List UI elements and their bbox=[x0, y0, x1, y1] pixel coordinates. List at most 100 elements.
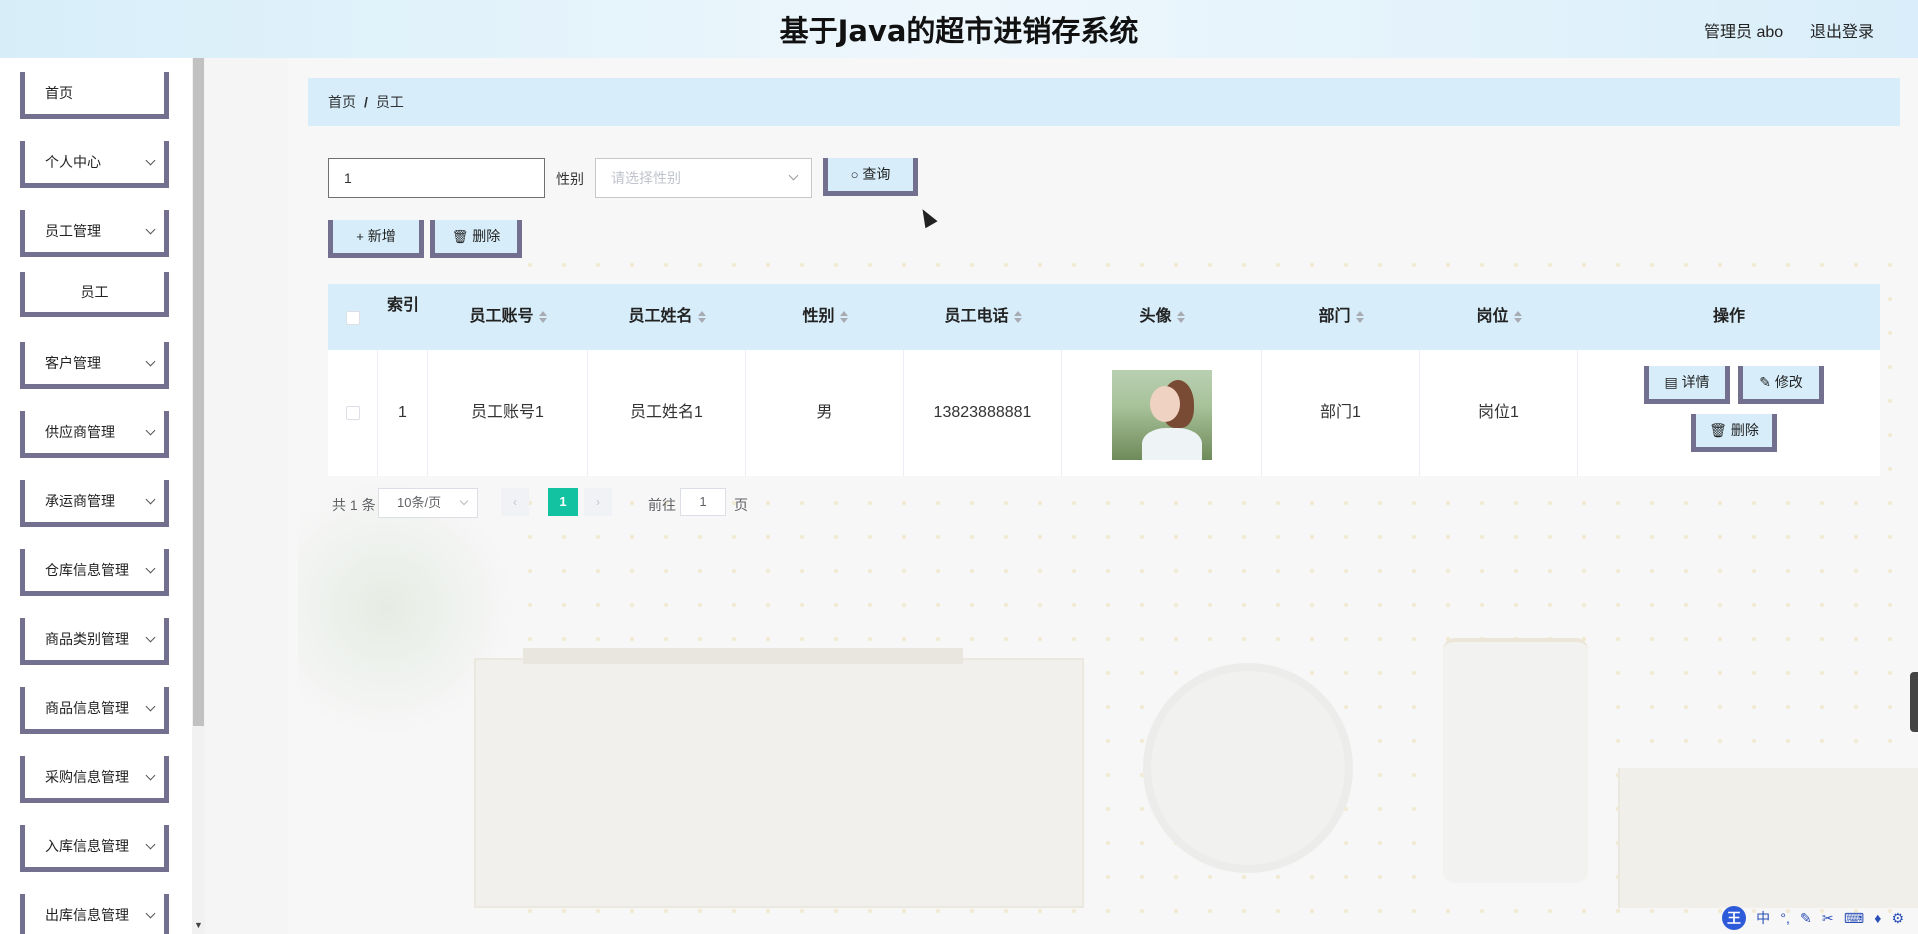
chevron-down-icon bbox=[145, 701, 156, 712]
sidebar-item-label: 出库信息管理 bbox=[45, 907, 129, 923]
column-header-position[interactable]: 岗位 bbox=[1420, 284, 1578, 350]
goto-label: 前往 bbox=[648, 497, 676, 513]
sidebar-item-category-mgmt[interactable]: 商品类别管理 bbox=[20, 618, 169, 665]
trash-icon: 🗑 bbox=[451, 229, 469, 244]
detail-button[interactable]: ▤ 详情 bbox=[1644, 366, 1730, 404]
breadcrumb-home[interactable]: 首页 bbox=[328, 94, 356, 110]
column-header-phone[interactable]: 员工电话 bbox=[904, 284, 1062, 350]
gender-select[interactable]: 请选择性别 bbox=[595, 158, 812, 198]
sort-icon[interactable] bbox=[538, 310, 547, 324]
sidebar-item-stock-out-mgmt[interactable]: 出库信息管理 bbox=[20, 894, 169, 934]
sort-icon[interactable] bbox=[1513, 310, 1522, 324]
sidebar-item-customer-mgmt[interactable]: 客户管理 bbox=[20, 342, 169, 389]
cell-department: 部门1 bbox=[1262, 350, 1420, 476]
skin-icon[interactable]: ♦ bbox=[1874, 910, 1881, 926]
pen-icon[interactable]: ✎ bbox=[1800, 910, 1812, 927]
delete-button[interactable]: 🗑 删除 bbox=[1691, 414, 1777, 452]
sidebar-scrollbar-thumb[interactable] bbox=[193, 58, 204, 726]
background-block bbox=[1618, 768, 1918, 908]
ime-logo-icon[interactable]: 王 bbox=[1722, 906, 1746, 930]
breadcrumb: 首页 / 员工 bbox=[308, 78, 1900, 126]
ime-toolbar: 王 中 °, ✎ ✂ ⌨ ♦ ⚙ bbox=[1722, 906, 1904, 932]
cell-actions: ▤ 详情 ✎ 修改 🗑 删除 bbox=[1578, 350, 1880, 476]
sidebar-item-supplier-mgmt[interactable]: 供应商管理 bbox=[20, 411, 169, 458]
table-row: 1 员工账号1 员工姓名1 男 13823888881 部门1 岗位1 ▤ 详情… bbox=[328, 350, 1880, 476]
sidebar-item-label: 个人中心 bbox=[45, 154, 101, 170]
logout-link[interactable]: 退出登录 bbox=[1810, 18, 1874, 42]
sidebar-item-home[interactable]: 首页 bbox=[20, 72, 169, 119]
chevron-down-icon bbox=[145, 563, 156, 574]
goto-page-input[interactable]: 1 bbox=[680, 488, 726, 516]
prev-page-button[interactable]: ‹ bbox=[501, 488, 529, 516]
background-cylinder bbox=[1443, 638, 1588, 883]
edit-icon: ✎ bbox=[1759, 374, 1775, 390]
column-header-department[interactable]: 部门 bbox=[1262, 284, 1420, 350]
chevron-down-icon bbox=[145, 632, 156, 643]
sidebar-item-employee-mgmt[interactable]: 员工管理 bbox=[20, 210, 169, 257]
column-header-avatar[interactable]: 头像 bbox=[1062, 284, 1262, 350]
chevron-down-icon bbox=[145, 770, 156, 781]
sidebar-item-label: 采购信息管理 bbox=[45, 769, 129, 785]
sidebar-item-profile[interactable]: 个人中心 bbox=[20, 141, 169, 188]
row-checkbox[interactable] bbox=[346, 406, 360, 420]
sidebar-item-label: 供应商管理 bbox=[45, 424, 115, 440]
select-all-checkbox[interactable] bbox=[346, 311, 360, 325]
chevron-down-icon bbox=[145, 839, 156, 850]
sidebar: 首页 个人中心 员工管理 员工 客户管理 供应商管理 承运商管理 仓库信息管理 … bbox=[0, 58, 205, 934]
ime-mode-toggle[interactable]: 中 bbox=[1756, 908, 1770, 928]
chevron-down-icon bbox=[459, 496, 469, 506]
avatar-body bbox=[1142, 428, 1202, 460]
table-header: 索引 员工账号 员工姓名 性别 员工电话 头像 部门 岗位 操作 bbox=[328, 284, 1880, 350]
column-header-name[interactable]: 员工姓名 bbox=[588, 284, 746, 350]
column-header-actions: 操作 bbox=[1712, 308, 1745, 325]
keyboard-icon[interactable]: ⌨ bbox=[1844, 910, 1864, 927]
sidebar-item-carrier-mgmt[interactable]: 承运商管理 bbox=[20, 480, 169, 527]
scroll-down-arrow-icon[interactable]: ▼ bbox=[192, 918, 205, 932]
background-box-lid bbox=[523, 648, 963, 664]
sidebar-item-label: 商品信息管理 bbox=[45, 700, 129, 716]
sidebar-subitem-employee[interactable]: 员工 bbox=[20, 272, 169, 317]
sort-icon[interactable] bbox=[1355, 310, 1364, 324]
edit-button[interactable]: ✎ 修改 bbox=[1738, 366, 1824, 404]
cell-phone: 13823888881 bbox=[904, 350, 1062, 476]
current-user: 管理员 abo bbox=[1704, 24, 1784, 41]
cell-name: 员工姓名1 bbox=[588, 350, 746, 476]
chevron-down-icon bbox=[145, 425, 156, 436]
add-button[interactable]: + 新增 bbox=[328, 220, 424, 258]
page-size-select[interactable]: 10条/页 bbox=[378, 488, 478, 518]
row-checkbox-cell bbox=[328, 350, 378, 476]
breadcrumb-current: 员工 bbox=[375, 94, 404, 110]
chevron-right-icon: › bbox=[596, 495, 600, 509]
search-input[interactable]: 1 bbox=[328, 158, 545, 198]
next-page-button[interactable]: › bbox=[584, 488, 612, 516]
column-header-index: 索引 bbox=[386, 297, 419, 314]
chevron-down-icon bbox=[145, 224, 156, 235]
sort-icon[interactable] bbox=[697, 310, 706, 324]
column-header-gender[interactable]: 性别 bbox=[746, 284, 904, 350]
sidebar-item-product-mgmt[interactable]: 商品信息管理 bbox=[20, 687, 169, 734]
sidebar-item-purchase-mgmt[interactable]: 采购信息管理 bbox=[20, 756, 169, 803]
sidebar-item-warehouse-mgmt[interactable]: 仓库信息管理 bbox=[20, 549, 169, 596]
chevron-down-icon bbox=[145, 155, 156, 166]
sort-icon[interactable] bbox=[839, 310, 848, 324]
search-icon: ○ bbox=[850, 167, 859, 182]
settings-gear-icon[interactable]: ⚙ bbox=[1892, 910, 1905, 927]
sidebar-item-label: 首页 bbox=[45, 85, 73, 101]
sort-icon[interactable] bbox=[1013, 310, 1022, 324]
sort-icon[interactable] bbox=[1176, 310, 1185, 324]
document-icon: ▤ bbox=[1664, 374, 1682, 390]
batch-delete-button[interactable]: 🗑 删除 bbox=[430, 220, 522, 258]
query-button[interactable]: ○ 查询 bbox=[823, 158, 918, 196]
page-number-current[interactable]: 1 bbox=[548, 488, 578, 516]
sidebar-item-stock-in-mgmt[interactable]: 入库信息管理 bbox=[20, 825, 169, 872]
goto-page-suffix: 页 bbox=[734, 497, 748, 513]
sidebar-item-label: 仓库信息管理 bbox=[45, 562, 129, 578]
side-widget-tab[interactable] bbox=[1910, 672, 1918, 732]
cell-position: 岗位1 bbox=[1420, 350, 1578, 476]
scissors-icon[interactable]: ✂ bbox=[1822, 910, 1834, 927]
chevron-left-icon: ‹ bbox=[513, 495, 517, 509]
top-header: 基于Java的超市进销存系统 管理员 abo 退出登录 bbox=[0, 0, 1918, 58]
punctuation-icon[interactable]: °, bbox=[1780, 910, 1790, 926]
chevron-down-icon bbox=[145, 908, 156, 919]
column-header-account[interactable]: 员工账号 bbox=[428, 284, 588, 350]
